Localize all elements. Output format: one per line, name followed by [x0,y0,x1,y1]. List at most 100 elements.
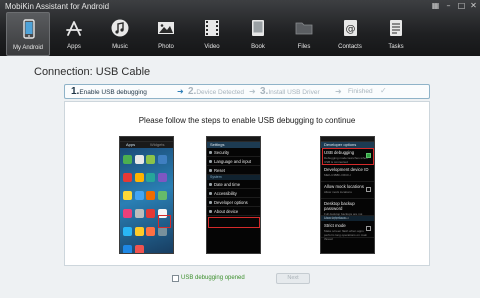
option-subtitle: MEIU-NB8F-O6CF-I [324,173,351,177]
option-title: Desktop backup password [324,201,355,211]
app-icon [146,155,156,164]
step-arrow-icon: ➜ [177,87,184,96]
app-icon [146,209,156,218]
option-subtitle: Make screen flash when apps perform long… [324,229,368,241]
window-title: MobiKin Assistant for Android [5,2,110,11]
step-arrow-icon: ➜ [249,87,256,96]
nav-label: Contacts [338,44,362,50]
nav-label: Photo [158,44,174,50]
nav-apps[interactable]: Apps [52,12,96,56]
music-icon [111,19,129,37]
settings-row: Security [207,148,260,157]
app-icon [146,191,156,200]
connection-title: Connection: USB Cable [34,66,151,78]
skin-icon[interactable]: ▦ [430,1,441,10]
settings-row: Developer options [207,198,260,207]
dev-option-row: Allow mock locations Allow mock location… [321,182,374,199]
highlight-box [322,148,374,165]
clock-icon [209,183,212,186]
tasks-icon [390,20,402,36]
app-icon [123,173,133,182]
video-icon [205,20,219,36]
book-icon [252,20,264,36]
top-bar: MobiKin Assistant for Android ▦ – □ ✕ My… [0,0,480,56]
lock-icon [209,151,212,154]
nav-label: Tasks [388,44,404,50]
settings-row: Reset [207,166,260,175]
contacts-icon: @ [344,20,357,36]
settings-row: Language and input [207,157,260,166]
nav-files[interactable]: Files [282,12,326,56]
nav-tasks[interactable]: Tasks [374,12,418,56]
info-icon [209,210,212,213]
nav-label: Apps [67,44,81,50]
option-title: Strict mode [324,223,346,228]
row-label: Security [214,150,230,155]
nav-label: Video [204,44,220,50]
svg-text:@: @ [346,24,356,35]
step-label: Device Detected [196,89,245,96]
app-store-icon [66,21,82,36]
reset-icon [209,169,212,172]
step-label: Install USB Driver [268,89,320,96]
next-button[interactable]: Next [276,273,310,284]
usb-debugging-label[interactable]: USB debugging opened [181,275,245,281]
nav-music[interactable]: Music [98,12,142,56]
row-label: Language and input [214,159,252,164]
checkbox-icon [366,187,371,192]
close-icon[interactable]: ✕ [468,1,479,10]
app-icon [146,227,156,236]
highlight-box [208,217,260,228]
app-icon [134,209,144,218]
settings-row: Accessibility [207,189,260,198]
folder-icon [295,22,313,35]
row-label: Date and time [214,182,241,187]
instruction-text: Please follow the steps to enable USB de… [138,116,356,125]
dev-option-row: Development device ID MEIU-NB8F-O6CF-I [321,165,374,182]
minimize-icon[interactable]: – [443,1,454,10]
photo-icon [158,22,174,34]
android-phone-icon [23,19,35,39]
settings-app-icon [158,227,168,236]
nav-photo[interactable]: Photo [144,12,188,56]
nav-video[interactable]: Video [190,12,234,56]
step-label: Finished [348,88,373,95]
dev-option-row: Strict mode Make screen flash when apps … [321,221,374,241]
phone-screen-apps: Apps Widgets [119,136,174,254]
app-icon [158,155,168,164]
option-subtitle: Full desktop backups are not currently p… [324,212,363,220]
app-icon [123,245,133,253]
app-icon [134,245,144,253]
step-4: Finished [348,88,373,95]
app-grid [122,154,172,253]
step-arrow-icon: ➜ [335,87,342,96]
step-3: 3.Install USB Driver [260,86,320,97]
developer-icon [209,201,212,204]
steps-bar: 1.Enable USB debugging ➜ 2.Device Detect… [64,84,430,99]
dev-option-row: Desktop backup password Full desktop bac… [321,199,374,220]
step-label: Enable USB debugging [79,89,147,96]
main-nav: My Android Apps Music Photo Video Book F… [6,12,476,56]
app-icon [134,227,144,236]
settings-row: Date and time [207,180,260,189]
nav-my-android[interactable]: My Android [6,12,50,56]
usb-debugging-checkbox[interactable] [172,275,179,282]
option-title: Allow mock locations [324,184,364,189]
app-icon [158,173,168,182]
phone-screen-developer: Developer options USB debugging Debuggin… [320,136,375,254]
nav-contacts[interactable]: @ Contacts [328,12,372,56]
app-icon [158,191,168,200]
instruction-panel: Please follow the steps to enable USB de… [64,101,430,266]
maximize-icon[interactable]: □ [456,1,467,10]
app-icon [123,227,133,236]
row-label: Reset [214,168,225,173]
phone-screen-settings: Settings Security Language and input Res… [206,136,261,254]
settings-row: About device [207,207,260,216]
accessibility-icon [209,192,212,195]
nav-book[interactable]: Book [236,12,280,56]
row-label: Developer options [214,200,248,205]
option-title: Development device ID [324,167,369,172]
check-icon: ✓ [380,86,387,95]
step-2: 2.Device Detected [188,86,244,97]
checkbox-icon [366,226,371,231]
